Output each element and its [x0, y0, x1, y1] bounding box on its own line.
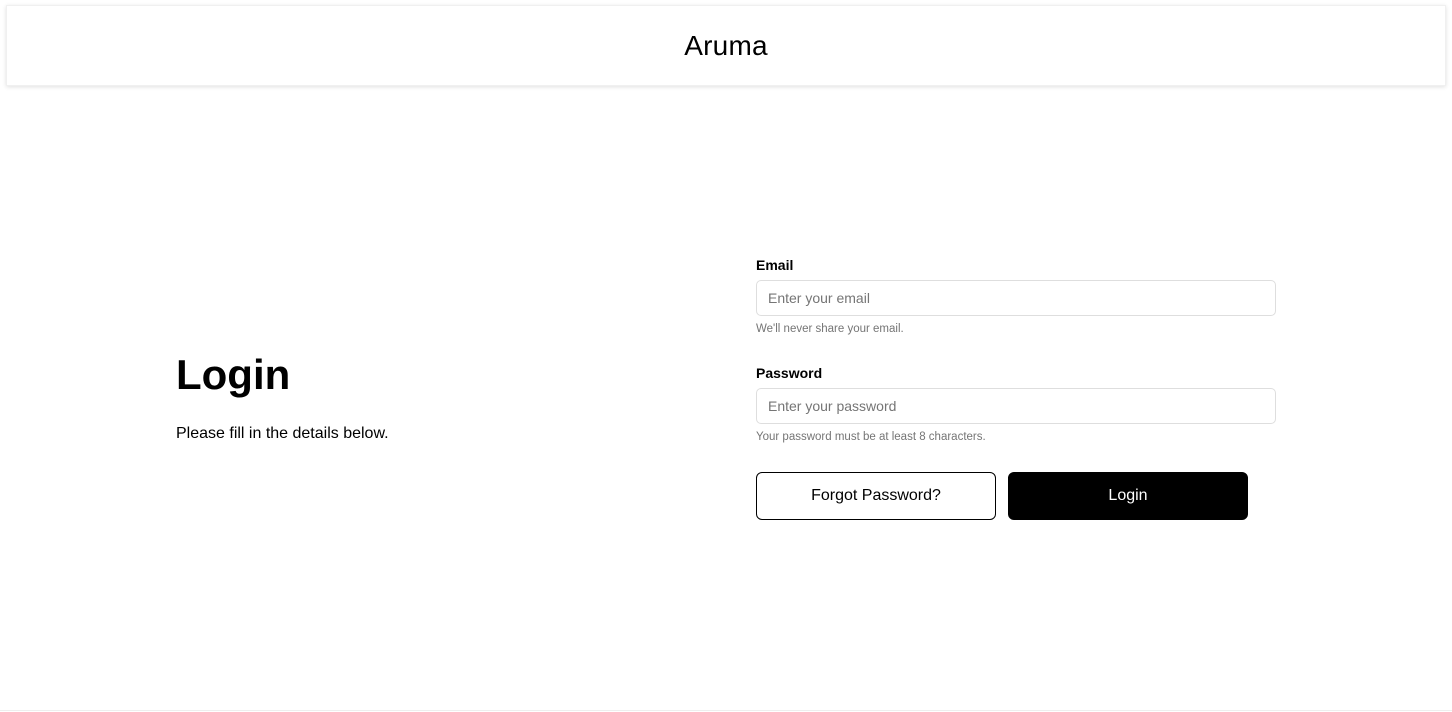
email-input[interactable]	[756, 280, 1276, 316]
page-title: Login	[176, 351, 291, 398]
email-group: Email We'll never share your email.	[756, 256, 1276, 336]
page-subtitle: Please fill in the details below.	[176, 425, 389, 442]
email-label: Email	[756, 257, 794, 273]
password-label: Password	[756, 365, 823, 381]
password-input[interactable]	[756, 388, 1276, 424]
top-header: Aruma	[6, 5, 1446, 86]
password-group: Password Your password must be at least …	[756, 364, 1276, 444]
login-button[interactable]: Login	[1008, 472, 1248, 520]
form-actions: Forgot Password? Login	[756, 472, 1276, 520]
login-page: Aruma Login Please fill in the details b…	[0, 0, 1452, 712]
forgot-password-button[interactable]: Forgot Password?	[756, 472, 996, 520]
brand-title: Aruma	[684, 29, 768, 61]
password-hint: Your password must be at least 8 charact…	[756, 431, 986, 443]
intro-section: Login Please fill in the details below.	[176, 350, 389, 444]
bottom-divider	[0, 710, 1452, 711]
login-form: Email We'll never share your email. Pass…	[756, 256, 1276, 520]
email-hint: We'll never share your email.	[756, 323, 904, 335]
